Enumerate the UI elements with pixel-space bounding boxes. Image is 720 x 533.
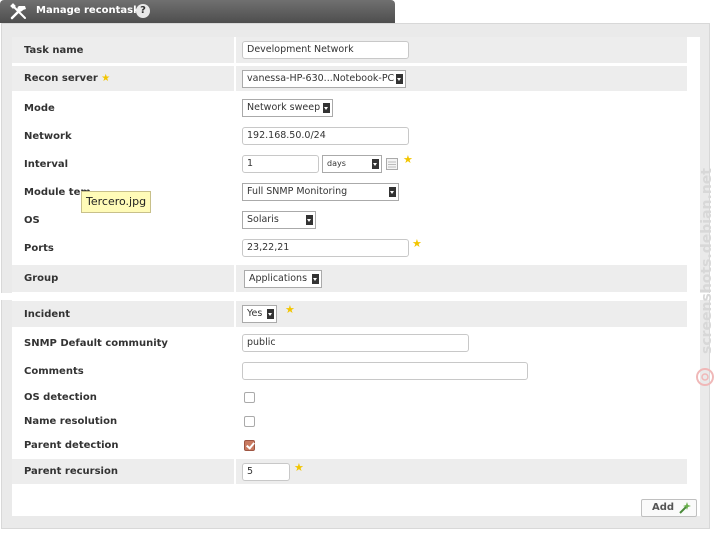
group-value: Applications [249, 273, 308, 284]
main-panel: Task name Development Network Recon serv… [1, 23, 710, 529]
mode-label: Mode [24, 103, 55, 114]
parent-detection-checkbox[interactable] [244, 440, 255, 451]
row-snmp-community: SNMP Default community public [12, 329, 687, 357]
row-group: Group Applications [12, 265, 687, 292]
mode-select[interactable]: Network sweep [242, 99, 333, 117]
row-ports: Ports 23,22,21 ★ [12, 234, 687, 262]
parent-recursion-input[interactable]: 5 [242, 463, 290, 481]
os-detection-checkbox[interactable] [244, 392, 255, 403]
calendar-icon[interactable] [386, 158, 398, 170]
row-comments: Comments [12, 357, 687, 385]
row-mode: Mode Network sweep [12, 94, 687, 122]
os-detection-label: OS detection [24, 392, 97, 403]
task-name-label: Task name [24, 45, 84, 56]
parent-detection-label: Parent detection [24, 440, 119, 451]
help-icon[interactable]: ? [136, 4, 150, 18]
star-icon: ★ [412, 237, 422, 250]
recon-server-value: vanessa-HP-630...Notebook-PC [247, 73, 395, 84]
incident-label: Incident [24, 309, 71, 320]
add-button[interactable]: Add [641, 499, 697, 517]
recontask-form: Task name Development Network Recon serv… [12, 37, 700, 516]
interval-unit-value: days [327, 159, 346, 168]
chevron-down-icon [312, 274, 319, 284]
module-template-value: Full SNMP Monitoring [247, 186, 348, 197]
incident-value: Yes [247, 308, 263, 319]
page-title: Manage recontask [36, 5, 140, 16]
row-incident: Incident Yes ★ [12, 301, 687, 327]
snmp-community-input[interactable]: public [242, 334, 469, 352]
os-label: OS [24, 215, 40, 226]
chevron-down-icon [267, 309, 274, 319]
interval-label: Interval [24, 159, 69, 170]
add-button-label: Add [652, 502, 675, 513]
wand-icon [679, 502, 691, 514]
parent-recursion-label: Parent recursion [24, 466, 118, 477]
star-icon: ★ [101, 73, 111, 84]
star-icon: ★ [285, 303, 295, 316]
comments-label: Comments [24, 366, 84, 377]
header-tab: Manage recontask ? [0, 0, 395, 23]
os-select[interactable]: Solaris [242, 211, 316, 229]
ports-input[interactable]: 23,22,21 [242, 239, 409, 257]
row-parent-detection: Parent detection [12, 433, 687, 457]
interval-value-input[interactable]: 1 [242, 155, 319, 173]
svg-text:screenshots.debian.net: screenshots.debian.net [699, 168, 715, 354]
row-recon-server: Recon server ★ vanessa-HP-630...Notebook… [12, 66, 687, 91]
snmp-community-label: SNMP Default community [24, 338, 168, 349]
tools-icon [10, 3, 26, 20]
os-value: Solaris [247, 214, 279, 225]
module-template-select[interactable]: Full SNMP Monitoring [242, 183, 399, 201]
comments-input[interactable] [242, 362, 528, 380]
incident-select[interactable]: Yes [242, 305, 277, 323]
screenshot-seam [0, 293, 720, 300]
row-task-name: Task name Development Network [12, 37, 687, 63]
star-icon: ★ [294, 461, 304, 474]
chevron-down-icon [306, 215, 313, 225]
star-icon: ★ [403, 153, 413, 166]
interval-unit-select[interactable]: days [322, 155, 382, 173]
group-select[interactable]: Applications [244, 270, 322, 288]
chevron-down-icon [372, 159, 379, 169]
row-parent-recursion: Parent recursion 5 ★ [12, 459, 687, 484]
recon-server-label-text: Recon server [24, 73, 98, 84]
recon-server-label: Recon server ★ [24, 73, 110, 84]
recon-server-select[interactable]: vanessa-HP-630...Notebook-PC [242, 70, 406, 88]
watermark: screenshots.debian.net [695, 150, 717, 395]
chevron-down-icon [389, 187, 396, 197]
row-name-resolution: Name resolution [12, 409, 687, 433]
network-input[interactable]: 192.168.50.0/24 [242, 127, 409, 145]
image-tooltip: Tercero.jpg [81, 191, 152, 213]
group-label: Group [24, 273, 59, 284]
row-interval: Interval 1 days ★ [12, 150, 687, 178]
name-resolution-label: Name resolution [24, 416, 118, 427]
name-resolution-checkbox[interactable] [244, 416, 255, 427]
network-label: Network [24, 131, 72, 142]
chevron-down-icon [396, 74, 403, 84]
row-network: Network 192.168.50.0/24 [12, 122, 687, 150]
mode-value: Network sweep [247, 102, 321, 113]
chevron-down-icon [323, 103, 330, 113]
ports-label: Ports [24, 243, 54, 254]
task-name-input[interactable]: Development Network [242, 41, 409, 59]
row-os-detection: OS detection [12, 385, 687, 409]
watermark-logo: screenshots.debian.net [696, 168, 715, 386]
